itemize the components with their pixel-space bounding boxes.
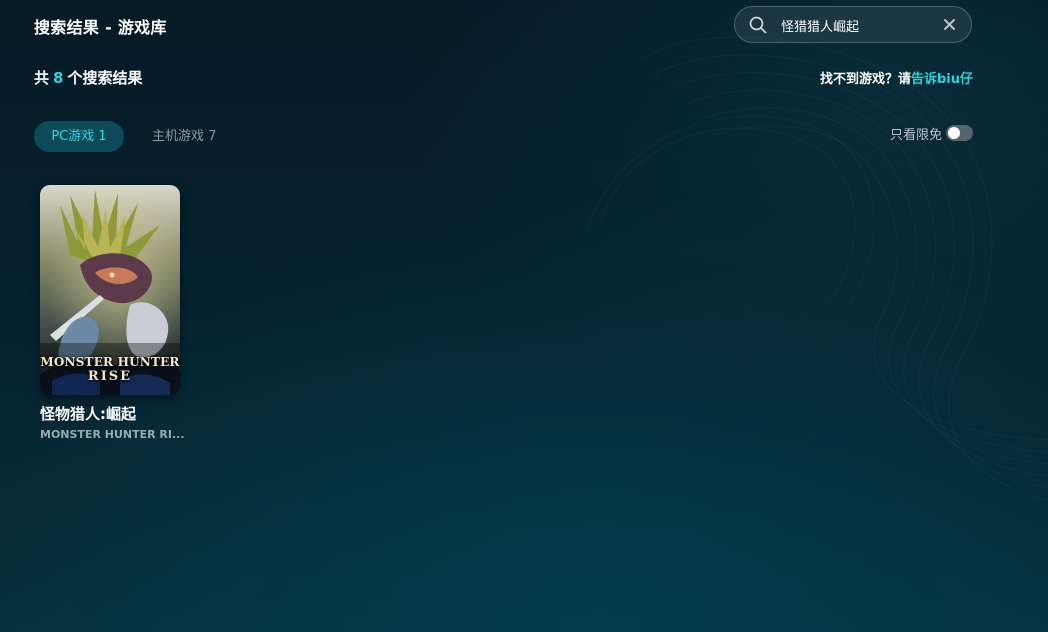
game-subtitle: MONSTER HUNTER RI... xyxy=(40,428,185,441)
game-cover-image[interactable]: MONSTER HUNTER RISE xyxy=(40,185,180,395)
toggle-knob xyxy=(948,127,960,139)
feedback-link[interactable]: 告诉biu仔 xyxy=(911,72,973,87)
search-icon[interactable] xyxy=(749,16,767,34)
result-count-number: 8 xyxy=(53,69,64,87)
free-only-toggle[interactable] xyxy=(946,125,973,141)
cover-logo-line2: RISE xyxy=(87,369,133,384)
result-count-prefix: 共 xyxy=(34,69,50,87)
feedback-text: 找不到游戏？请 xyxy=(819,72,911,87)
game-card[interactable]: MONSTER HUNTER RISE 怪物猎人:崛起 MONSTER HUNT… xyxy=(40,185,185,441)
free-only-label: 只看限免 xyxy=(889,127,942,143)
search-box[interactable] xyxy=(734,6,972,43)
result-count-suffix: 个搜索结果 xyxy=(67,69,143,87)
tab-console-games[interactable]: 主机游戏 7 xyxy=(152,121,216,152)
cover-logo-line1: MONSTER HUNTER xyxy=(40,355,180,369)
free-only-filter: 只看限免 xyxy=(889,124,973,143)
result-count: 共 8 个搜索结果 xyxy=(34,67,142,88)
feedback-prompt: 找不到游戏？请告诉biu仔 xyxy=(820,68,973,87)
page-title: 搜索结果 - 游戏库 xyxy=(34,18,167,37)
game-title[interactable]: 怪物猎人:崛起 xyxy=(40,403,180,424)
tab-pc-games[interactable]: PC游戏 1 xyxy=(34,121,124,152)
search-input[interactable] xyxy=(781,15,931,35)
close-icon[interactable] xyxy=(942,17,957,32)
